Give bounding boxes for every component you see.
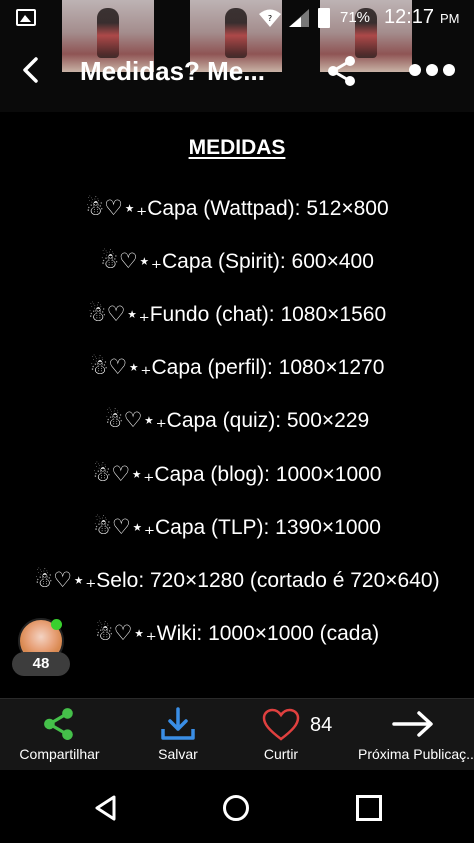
battery-icon [318,8,330,28]
measure-line: ☃♡⋆₊Capa (perfil): 1080×1270 [89,356,385,379]
next-post-button[interactable]: Próxima Publicaç... [352,699,474,771]
next-post-label: Próxima Publicaç... [358,746,474,762]
post-header: ? 71% 12:17 PM Medidas? Me... [0,0,474,112]
more-options-icon[interactable] [409,64,455,78]
measure-line: ☃♡⋆₊Capa (quiz): 500×229 [104,409,370,432]
gallery-icon [16,9,36,26]
author-count-badge: 48 [12,652,70,676]
wifi-icon: ? [259,9,281,27]
like-count: 84 [310,714,333,736]
nav-home-icon[interactable] [222,794,250,822]
measure-line: ☃♡⋆₊Fundo (chat): 1080×1560 [87,303,387,326]
nav-recents-icon[interactable] [356,795,382,821]
online-status-dot [51,619,62,630]
save-label: Salvar [158,746,198,762]
like-button[interactable]: 84 Curtir [248,699,346,771]
clock-ampm: PM [440,11,460,26]
like-label: Curtir [263,746,299,762]
measure-line: ☃♡⋆₊Capa (Wattpad): 512×800 [85,197,389,220]
nav-back-icon[interactable] [92,794,120,822]
battery-level: 71% [340,9,371,26]
share-label: Compartilhar [19,746,100,762]
status-bar: ? 71% 12:17 PM [0,0,474,36]
save-button[interactable]: Salvar [140,699,216,771]
measure-line: ☃♡⋆₊Capa (Spirit): 600×400 [100,250,374,273]
post-action-bar: Compartilhar Salvar 84 Curtir Próxima Pu… [0,698,474,770]
heart-icon [262,708,300,741]
back-arrow-icon[interactable] [18,56,46,84]
download-icon [161,707,195,740]
page-title: Medidas? Me... [80,56,265,86]
share-icon[interactable] [326,55,358,87]
arrow-right-icon [392,711,433,737]
svg-text:?: ? [268,14,272,23]
measure-line: ☃♡⋆₊Capa (blog): 1000×1000 [92,463,382,486]
share-icon [44,708,73,740]
clock: 12:17 [384,6,435,28]
measure-line: ☃♡⋆₊Selo: 720×1280 (cortado é 720×640) [34,569,440,592]
post-heading: MEDIDAS [188,136,286,159]
measure-line: ☃♡⋆₊Wiki: 1000×1000 (cada) [94,622,380,645]
measure-line: ☃♡⋆₊Capa (TLP): 1390×1000 [93,516,381,539]
signal-icon [289,9,309,27]
share-button[interactable]: Compartilhar [12,699,107,771]
navigation-bar [0,772,474,843]
